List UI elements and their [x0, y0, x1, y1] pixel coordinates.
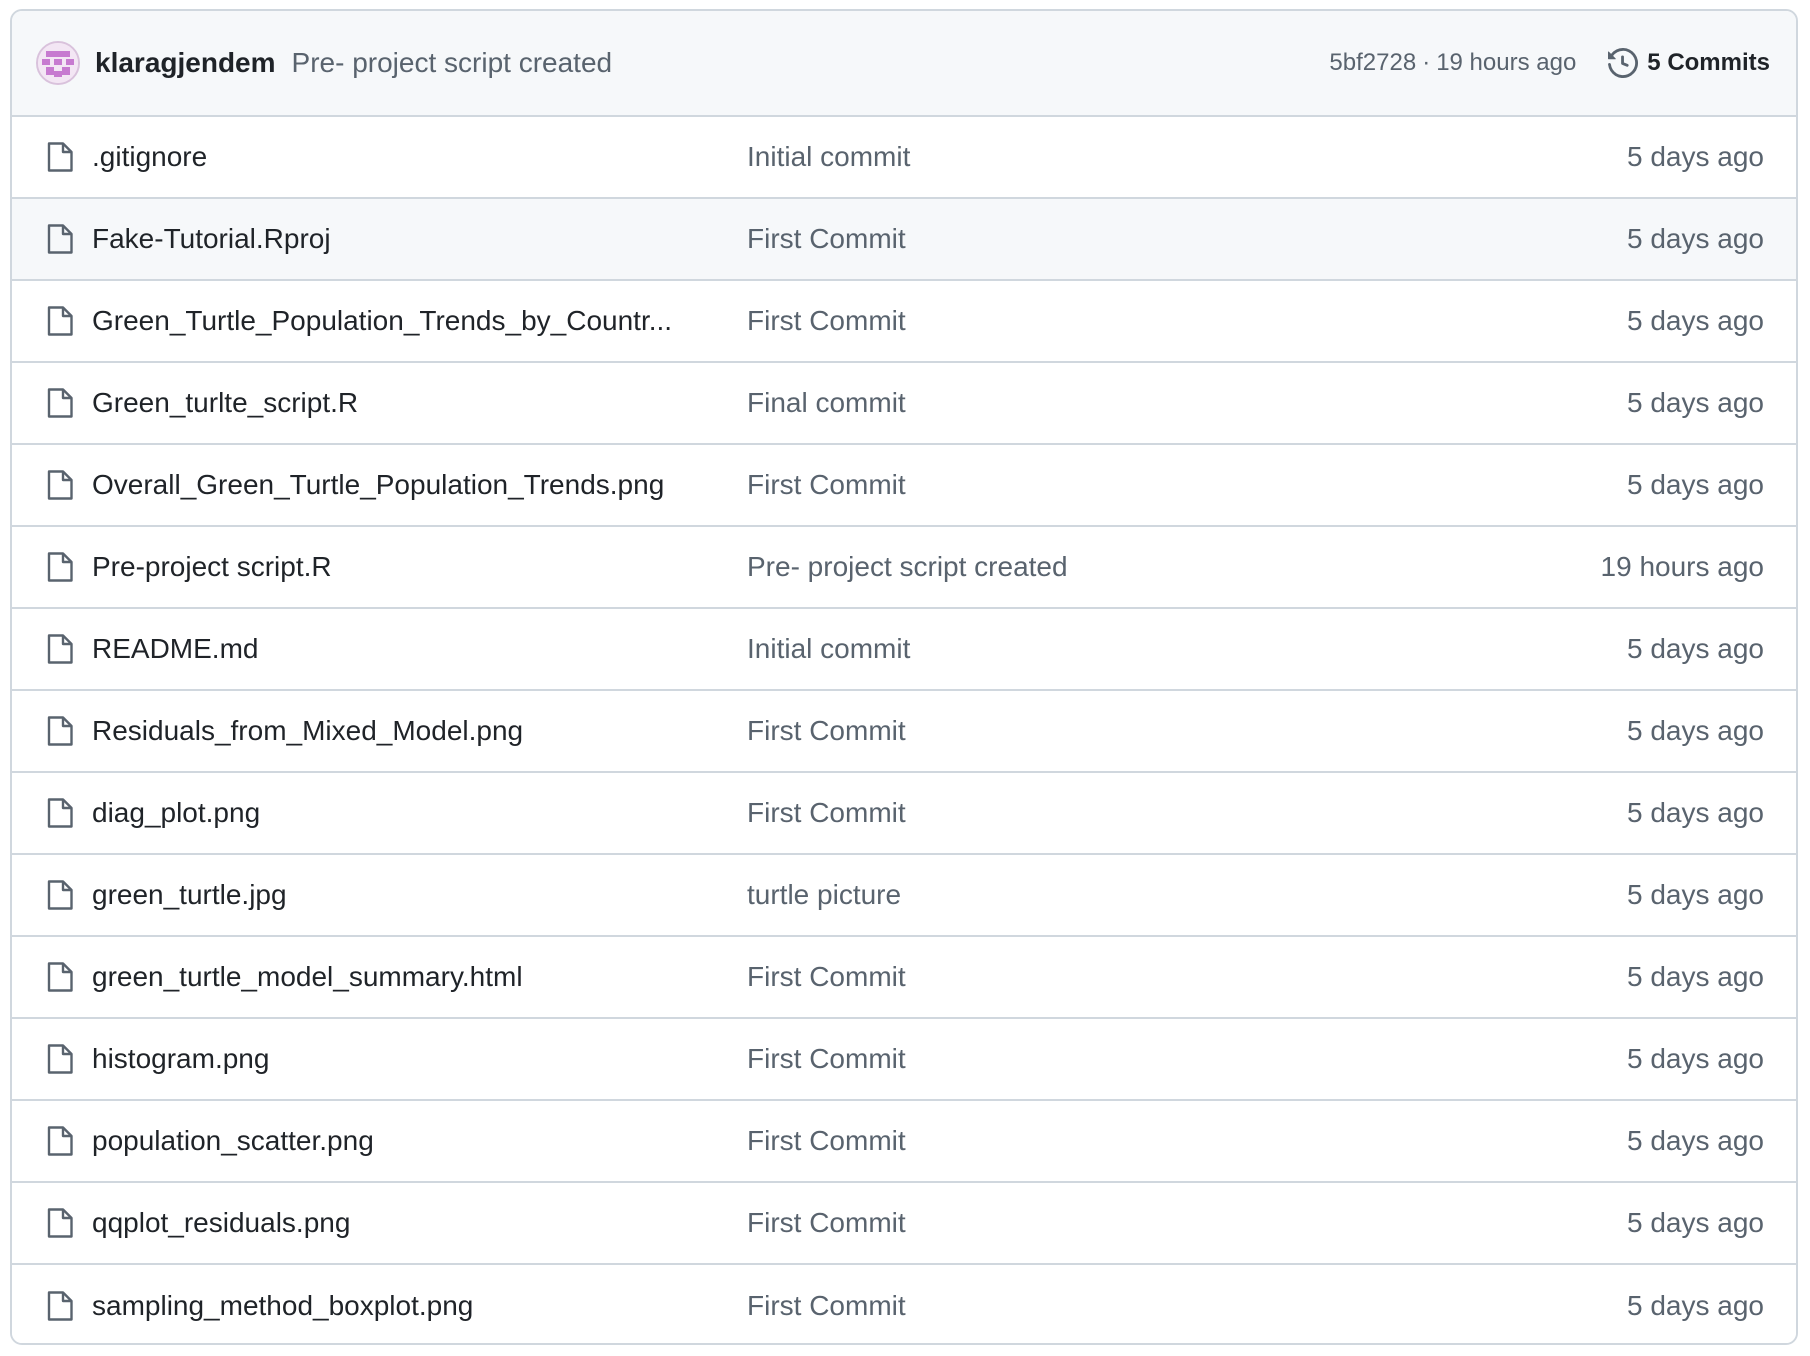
- file-icon: [47, 552, 73, 582]
- file-row[interactable]: Residuals_from_Mixed_Model.png First Com…: [12, 691, 1796, 773]
- latest-commit-message-link[interactable]: Pre- project script created: [292, 47, 613, 79]
- file-name-link[interactable]: Pre-project script.R: [92, 551, 687, 583]
- file-icon: [47, 798, 73, 828]
- file-name-link[interactable]: diag_plot.png: [92, 797, 687, 829]
- file-row[interactable]: diag_plot.png First Commit 5 days ago: [12, 773, 1796, 855]
- commit-meta: 5bf2728 · 19 hours ago: [1329, 49, 1576, 77]
- file-commit-message-link[interactable]: First Commit: [747, 1207, 1627, 1239]
- file-name-link[interactable]: Overall_Green_Turtle_Population_Trends.p…: [92, 469, 687, 501]
- file-commit-age: 5 days ago: [1627, 1290, 1764, 1321]
- file-commit-message-link[interactable]: First Commit: [747, 1125, 1627, 1157]
- file-row[interactable]: Pre-project script.R Pre- project script…: [12, 527, 1796, 609]
- commits-history-link[interactable]: 5 Commits: [1608, 48, 1770, 78]
- file-name-link[interactable]: Green_Turtle_Population_Trends_by_Countr…: [92, 305, 687, 337]
- file-name-link[interactable]: green_turtle_model_summary.html: [92, 961, 687, 993]
- commit-author-link[interactable]: klaragjendem: [95, 47, 276, 79]
- file-icon: [47, 470, 73, 500]
- commit-age: 19 hours ago: [1436, 49, 1577, 76]
- file-commit-message-link[interactable]: First Commit: [747, 223, 1627, 255]
- meta-separator: ·: [1422, 49, 1431, 76]
- file-row[interactable]: .gitignore Initial commit 5 days ago: [12, 117, 1796, 199]
- file-name-link[interactable]: .gitignore: [92, 141, 687, 173]
- file-icon: [47, 1291, 73, 1321]
- file-commit-message-link[interactable]: First Commit: [747, 715, 1627, 747]
- file-name-link[interactable]: qqplot_residuals.png: [92, 1207, 687, 1239]
- file-icon: [47, 962, 73, 992]
- file-commit-message-link[interactable]: First Commit: [747, 1043, 1627, 1075]
- file-name-link[interactable]: README.md: [92, 633, 687, 665]
- file-icon: [47, 224, 73, 254]
- file-commit-message-link[interactable]: Initial commit: [747, 633, 1627, 665]
- file-icon: [47, 1126, 73, 1156]
- file-row[interactable]: green_turtle.jpg turtle picture 5 days a…: [12, 855, 1796, 937]
- file-rows: .gitignore Initial commit 5 days ago Fak…: [12, 117, 1796, 1343]
- file-commit-message-link[interactable]: Pre- project script created: [747, 551, 1601, 583]
- file-icon: [47, 388, 73, 418]
- file-row[interactable]: green_turtle_model_summary.html First Co…: [12, 937, 1796, 1019]
- file-commit-message-link[interactable]: Initial commit: [747, 141, 1627, 173]
- file-name-link[interactable]: Green_turlte_script.R: [92, 387, 687, 419]
- file-row[interactable]: sampling_method_boxplot.png First Commit…: [12, 1265, 1796, 1343]
- history-clock-icon: [1608, 48, 1639, 78]
- file-commit-age: 5 days ago: [1627, 1207, 1764, 1238]
- file-row[interactable]: histogram.png First Commit 5 days ago: [12, 1019, 1796, 1101]
- file-icon: [47, 1044, 73, 1074]
- file-commit-age: 5 days ago: [1627, 1125, 1764, 1156]
- file-commit-age: 5 days ago: [1627, 715, 1764, 746]
- file-commit-message-link[interactable]: First Commit: [747, 961, 1627, 993]
- file-icon: [47, 634, 73, 664]
- commits-count-label: 5 Commits: [1647, 49, 1770, 76]
- file-name-link[interactable]: sampling_method_boxplot.png: [92, 1290, 687, 1322]
- file-icon: [47, 142, 73, 172]
- file-commit-age: 5 days ago: [1627, 469, 1764, 500]
- file-icon: [47, 716, 73, 746]
- file-name-link[interactable]: green_turtle.jpg: [92, 879, 687, 911]
- file-row[interactable]: population_scatter.png First Commit 5 da…: [12, 1101, 1796, 1183]
- file-commit-age: 5 days ago: [1627, 879, 1764, 910]
- file-icon: [47, 306, 73, 336]
- file-row[interactable]: Green_turlte_script.R Final commit 5 day…: [12, 363, 1796, 445]
- file-row[interactable]: Fake-Tutorial.Rproj First Commit 5 days …: [12, 199, 1796, 281]
- commit-sha-link[interactable]: 5bf2728: [1329, 49, 1416, 77]
- file-icon: [47, 1208, 73, 1238]
- file-name-link[interactable]: population_scatter.png: [92, 1125, 687, 1157]
- file-commit-age: 5 days ago: [1627, 305, 1764, 336]
- file-commit-message-link[interactable]: Final commit: [747, 387, 1627, 419]
- identicon-avatar-icon: [38, 43, 78, 83]
- file-row[interactable]: Overall_Green_Turtle_Population_Trends.p…: [12, 445, 1796, 527]
- file-commit-message-link[interactable]: First Commit: [747, 469, 1627, 501]
- file-commit-age: 5 days ago: [1627, 633, 1764, 664]
- file-name-link[interactable]: histogram.png: [92, 1043, 687, 1075]
- file-name-link[interactable]: Fake-Tutorial.Rproj: [92, 223, 687, 255]
- file-commit-message-link[interactable]: turtle picture: [747, 879, 1627, 911]
- file-commit-age: 5 days ago: [1627, 141, 1764, 172]
- file-commit-age: 5 days ago: [1627, 387, 1764, 418]
- file-commit-message-link[interactable]: First Commit: [747, 1290, 1627, 1322]
- file-row[interactable]: README.md Initial commit 5 days ago: [12, 609, 1796, 691]
- file-commit-age: 5 days ago: [1627, 1043, 1764, 1074]
- author-avatar[interactable]: [36, 41, 80, 85]
- file-commit-age: 5 days ago: [1627, 223, 1764, 254]
- file-row[interactable]: qqplot_residuals.png First Commit 5 days…: [12, 1183, 1796, 1265]
- file-commit-age: 19 hours ago: [1600, 551, 1764, 582]
- file-commit-age: 5 days ago: [1627, 797, 1764, 828]
- latest-commit-bar: klaragjendem Pre- project script created…: [12, 11, 1796, 117]
- file-name-link[interactable]: Residuals_from_Mixed_Model.png: [92, 715, 687, 747]
- file-icon: [47, 880, 73, 910]
- file-list-box: klaragjendem Pre- project script created…: [10, 9, 1798, 1345]
- file-commit-message-link[interactable]: First Commit: [747, 797, 1627, 829]
- file-row[interactable]: Green_Turtle_Population_Trends_by_Countr…: [12, 281, 1796, 363]
- file-commit-message-link[interactable]: First Commit: [747, 305, 1627, 337]
- file-commit-age: 5 days ago: [1627, 961, 1764, 992]
